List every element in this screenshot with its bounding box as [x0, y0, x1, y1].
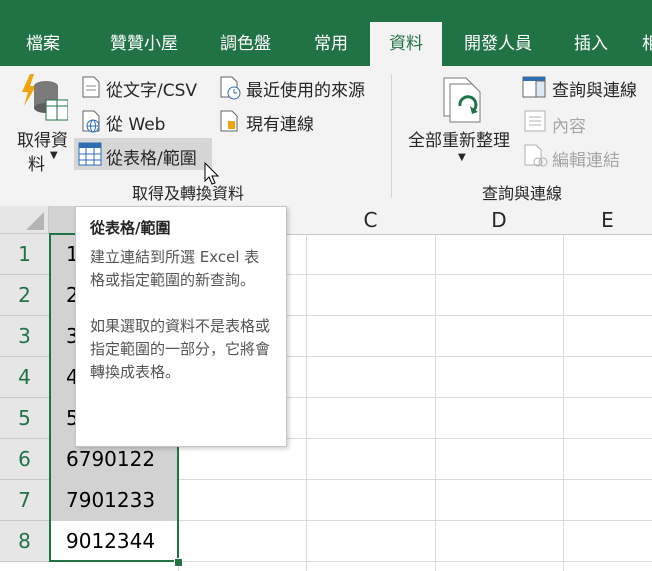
queries-connections-button[interactable]: 查詢與連線: [552, 76, 637, 101]
row-header[interactable]: 6: [0, 439, 49, 480]
group-separator: [391, 74, 392, 198]
column-header-e[interactable]: E: [563, 206, 652, 235]
get-data-label-1: 取得資: [17, 131, 68, 151]
properties-button[interactable]: 內容: [552, 112, 586, 137]
row-header[interactable]: 5: [0, 398, 49, 439]
from-web-button[interactable]: 從 Web: [106, 110, 165, 135]
column-header-c[interactable]: C: [306, 206, 436, 235]
recent-sources-button[interactable]: 最近使用的來源: [246, 76, 365, 101]
tab-palette[interactable]: 調色盤: [220, 22, 271, 66]
tab-data[interactable]: 資料: [370, 22, 442, 66]
existing-connections-icon: [220, 110, 238, 132]
row-header[interactable]: 4: [0, 357, 49, 398]
queries-pane-icon: [522, 76, 546, 98]
fill-handle[interactable]: [174, 558, 183, 567]
from-table-range-button[interactable]: 從表格/範圍: [106, 144, 197, 169]
chevron-down-icon: ▼: [458, 152, 466, 163]
text-file-icon: [82, 76, 100, 98]
from-text-csv-button[interactable]: 從文字/CSV: [106, 76, 197, 101]
tab-home[interactable]: 常用: [314, 22, 348, 66]
existing-connections-button[interactable]: 現有連線: [246, 110, 314, 135]
refresh-all-label: 全部重新整理: [408, 131, 510, 151]
edit-links-icon: [524, 144, 548, 167]
tooltip-note: 如果選取的資料不是表格或指定範圍的一部分，它將會轉換成表格。: [90, 317, 271, 381]
column-header-d[interactable]: D: [435, 206, 564, 235]
mouse-cursor-icon: [204, 162, 220, 185]
group-get-transform-label: 取得及轉換資料: [132, 184, 245, 203]
select-all-triangle-icon: [26, 212, 44, 230]
tab-developer[interactable]: 開發人員: [464, 22, 532, 66]
tab-insert[interactable]: 插入: [574, 22, 608, 66]
refresh-icon: [443, 77, 481, 123]
table-icon: [78, 142, 102, 166]
edit-links-button[interactable]: 編輯連結: [552, 146, 620, 171]
web-icon: [82, 110, 100, 133]
select-all-corner[interactable]: [0, 206, 49, 234]
group-queries-label: 查詢與連線: [482, 184, 563, 203]
tab-zanzan[interactable]: 贊贊小屋: [110, 22, 178, 66]
tab-more[interactable]: 相: [642, 22, 652, 66]
get-data-label-2: 料: [28, 155, 45, 175]
row-header[interactable]: 8: [0, 521, 49, 562]
tab-file[interactable]: 檔案: [26, 22, 60, 66]
row-header[interactable]: 3: [0, 316, 49, 357]
row-header[interactable]: 2: [0, 275, 49, 316]
tooltip-title: 從表格/範圍: [90, 219, 171, 237]
row-header[interactable]: 7: [0, 480, 49, 521]
database-icon: [22, 74, 68, 121]
ribbon-panel: 取得資 料 ▼ 從文字/CSV 從 Web 從表格/範圍 最近使用的來源 現有連…: [0, 66, 652, 207]
recent-sources-icon: [220, 76, 241, 100]
ribbon-tab-bar: 檔案 贊贊小屋 調色盤 常用 資料 開發人員 插入 相: [0, 0, 652, 66]
tooltip-description: 建立連結到所選 Excel 表格或指定範圍的新查詢。: [90, 248, 260, 289]
chevron-down-icon: ▼: [50, 150, 58, 161]
properties-icon: [524, 110, 546, 132]
row-header[interactable]: 1: [0, 234, 49, 275]
tooltip-from-table: 從表格/範圍 建立連結到所選 Excel 表格或指定範圍的新查詢。 如果選取的資…: [75, 206, 287, 447]
